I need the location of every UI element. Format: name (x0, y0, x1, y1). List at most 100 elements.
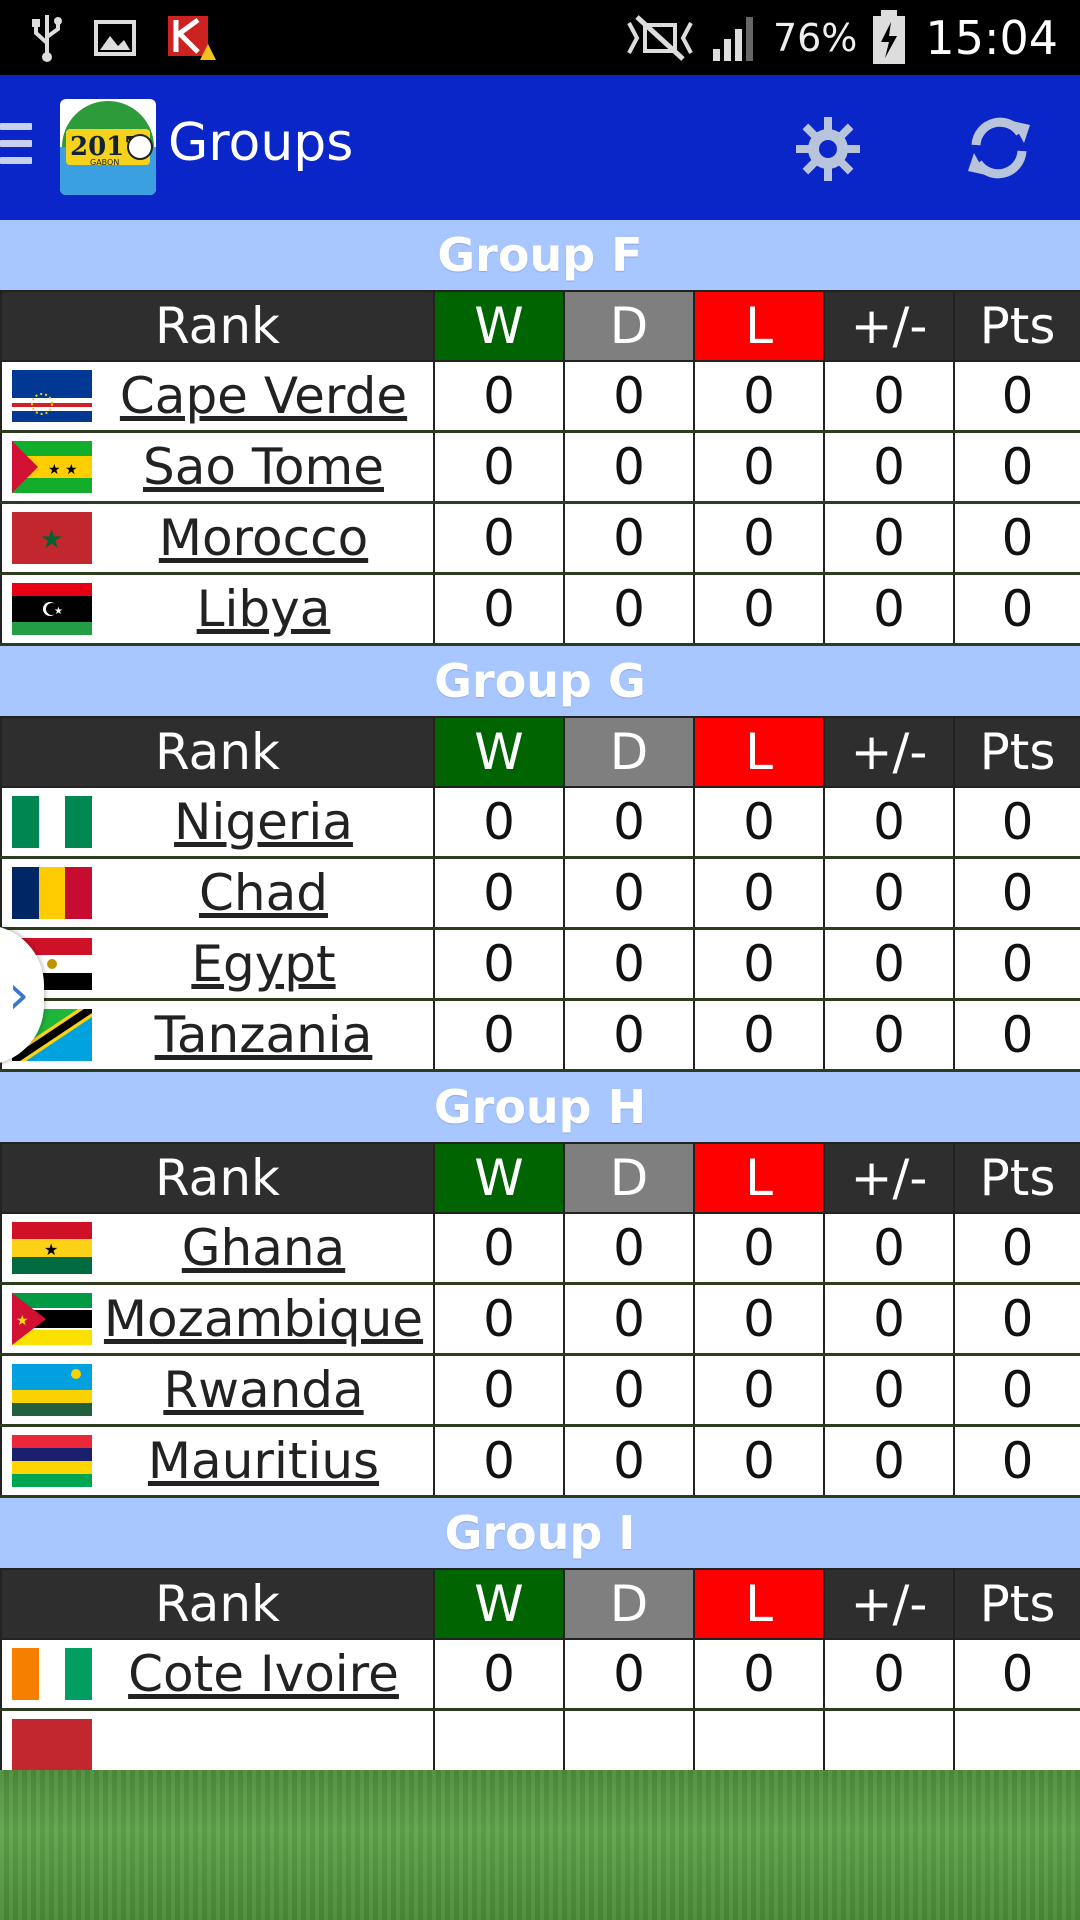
column-header-pts[interactable]: Pts (953, 1142, 1080, 1214)
standings-table: Rank W D L +/- Pts ★ Ghana 0 0 0 0 0 ★ Mozambique 0 0 0 0 0… (0, 1142, 1080, 1498)
table-row[interactable]: ★ Ghana 0 0 0 0 0 (0, 1212, 1080, 1285)
mute-icon (627, 14, 693, 61)
stat-pts: 0 (953, 430, 1080, 504)
stat-d: 0 (563, 1353, 695, 1427)
table-row[interactable]: ★ Mozambique 0 0 0 0 0 (0, 1282, 1080, 1356)
kaspersky-icon (168, 15, 216, 60)
stat-l: 0 (693, 572, 825, 646)
page-title: Groups (168, 113, 354, 173)
stat-w: 0 (433, 856, 565, 930)
column-header-l[interactable]: L (693, 1142, 825, 1214)
group-header: Group H (0, 1072, 1080, 1142)
team-cell[interactable] (0, 1708, 435, 1770)
stat-d: 0 (563, 786, 695, 859)
column-header-diff[interactable]: +/- (823, 1568, 955, 1640)
table-row[interactable]: Chad 0 0 0 0 0 (0, 856, 1080, 930)
column-header-diff[interactable]: +/- (823, 1142, 955, 1214)
column-header-rank[interactable]: Rank (0, 716, 435, 788)
table-row[interactable]: Egypt 0 0 0 0 0 (0, 927, 1080, 1001)
table-row[interactable] (0, 1708, 1080, 1770)
svg-text:★ ★: ★ ★ (48, 462, 78, 478)
team-cell[interactable]: ★ Ghana (0, 1212, 435, 1285)
app-logo[interactable]: 2017 GABON (60, 99, 156, 195)
stat-d: 0 (563, 1638, 695, 1711)
stat-l: 0 (693, 430, 825, 504)
table-row[interactable]: Cape Verde 0 0 0 0 0 (0, 360, 1080, 433)
ghana-flag-icon: ★ (12, 1222, 92, 1274)
battery-charging-icon (873, 9, 906, 64)
usb-icon (32, 14, 62, 62)
column-header-rank[interactable]: Rank (0, 1142, 435, 1214)
stat-w: 0 (433, 501, 565, 575)
column-header-d[interactable]: D (563, 1142, 695, 1214)
column-header-d[interactable]: D (563, 290, 695, 362)
stat-d: 0 (563, 360, 695, 433)
column-header-l[interactable]: L (693, 1568, 825, 1640)
column-header-d[interactable]: D (563, 1568, 695, 1640)
svg-text:★: ★ (44, 1240, 58, 1259)
team-cell[interactable]: Tanzania (0, 998, 435, 1072)
menu-icon[interactable] (0, 123, 32, 171)
stat-pts: 0 (953, 998, 1080, 1072)
mozambique-flag-icon: ★ (12, 1293, 92, 1345)
standings-table: Rank W D L +/- Pts Cape Verde 0 0 0 0 0 ★ ★ Sao Tome 0… (0, 290, 1080, 646)
team-cell[interactable]: ★ Morocco (0, 501, 435, 575)
team-cell[interactable]: ★ Mozambique (0, 1282, 435, 1356)
stat-d: 0 (563, 1212, 695, 1285)
stat-d: 0 (563, 1424, 695, 1498)
column-header-diff[interactable]: +/- (823, 290, 955, 362)
sao-tome-flag-icon: ★ ★ (12, 441, 92, 493)
team-cell[interactable]: Cape Verde (0, 360, 435, 433)
column-header-pts[interactable]: Pts (953, 1568, 1080, 1640)
table-row[interactable]: ★ Morocco 0 0 0 0 0 (0, 501, 1080, 575)
team-cell[interactable]: ★ Libya (0, 572, 435, 646)
settings-gear-icon[interactable] (796, 117, 860, 181)
table-row[interactable]: ★ Libya 0 0 0 0 0 (0, 572, 1080, 646)
stat-diff: 0 (823, 360, 955, 433)
image-icon (94, 19, 136, 56)
team-cell[interactable]: ★ ★ Sao Tome (0, 430, 435, 504)
battery-percent: 76% (772, 15, 858, 60)
table-row[interactable]: Rwanda 0 0 0 0 0 (0, 1353, 1080, 1427)
standings-table: Rank W D L +/- Pts Nigeria 0 0 0 0 0 Chad 0 0 0 0 0 Egypt 0… (0, 716, 1080, 1072)
team-cell[interactable]: Chad (0, 856, 435, 930)
column-header-pts[interactable]: Pts (953, 716, 1080, 788)
table-row[interactable]: Cote Ivoire 0 0 0 0 0 (0, 1638, 1080, 1711)
table-row[interactable]: Tanzania 0 0 0 0 0 (0, 998, 1080, 1072)
column-header-rank[interactable]: Rank (0, 1568, 435, 1640)
team-cell[interactable]: Nigeria (0, 786, 435, 859)
column-header-w[interactable]: W (433, 716, 565, 788)
stat-l: 0 (693, 927, 825, 1001)
column-header-rank[interactable]: Rank (0, 290, 435, 362)
team-cell[interactable]: Cote Ivoire (0, 1638, 435, 1711)
team-cell[interactable]: Egypt (0, 927, 435, 1001)
column-header-w[interactable]: W (433, 1568, 565, 1640)
team-cell[interactable]: Mauritius (0, 1424, 435, 1498)
column-header-l[interactable]: L (693, 290, 825, 362)
chevron-right-icon: › (8, 963, 30, 1026)
column-header-pts[interactable]: Pts (953, 290, 1080, 362)
stat-l: 0 (693, 501, 825, 575)
column-header-d[interactable]: D (563, 716, 695, 788)
table-row[interactable]: Nigeria 0 0 0 0 0 (0, 786, 1080, 859)
stat-diff: 0 (823, 1353, 955, 1427)
column-header-diff[interactable]: +/- (823, 716, 955, 788)
stat-diff: 0 (823, 501, 955, 575)
svg-text:★: ★ (16, 1313, 29, 1329)
table-row[interactable]: ★ ★ Sao Tome 0 0 0 0 0 (0, 430, 1080, 504)
stat-l: 0 (693, 1424, 825, 1498)
stat-diff: 0 (823, 927, 955, 1001)
stat-pts: 0 (953, 572, 1080, 646)
table-row[interactable]: Mauritius 0 0 0 0 0 (0, 1424, 1080, 1498)
stat-pts: 0 (953, 786, 1080, 859)
stat-w: 0 (433, 927, 565, 1001)
stat-l (693, 1708, 825, 1770)
column-header-w[interactable]: W (433, 290, 565, 362)
column-header-w[interactable]: W (433, 1142, 565, 1214)
team-cell[interactable]: Rwanda (0, 1353, 435, 1427)
groups-list[interactable]: Group F Rank W D L +/- Pts Cape Verde 0 0 0 0 0 ★ ★ Sa… (0, 220, 1080, 1770)
refresh-icon[interactable] (962, 111, 1036, 185)
stat-d: 0 (563, 1282, 695, 1356)
column-header-l[interactable]: L (693, 716, 825, 788)
stat-l: 0 (693, 360, 825, 433)
